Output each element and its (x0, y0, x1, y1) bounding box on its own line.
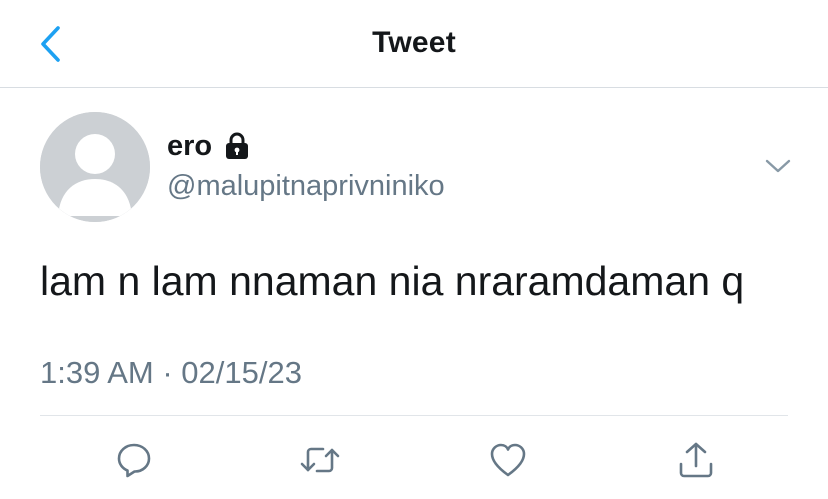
tweet-detail-screen: Tweet ero @malupitnaprivniniko lam n lam… (0, 0, 828, 499)
page-title: Tweet (372, 26, 456, 59)
retweet-icon (300, 447, 340, 473)
user-info: ero @malupitnaprivniniko (167, 126, 445, 203)
heart-icon (490, 443, 526, 477)
divider (40, 415, 788, 416)
default-avatar-icon (40, 112, 150, 222)
chevron-down-icon (765, 159, 791, 173)
tweet-text: lam n lam nnaman nia nraramdaman q (40, 258, 745, 304)
lock-icon (222, 131, 252, 161)
display-name[interactable]: ero (167, 130, 212, 163)
nav-header: Tweet (0, 0, 828, 88)
display-name-row: ero (167, 126, 445, 166)
tweet-actions-bar (0, 430, 828, 490)
share-icon (679, 442, 713, 478)
reply-icon (117, 443, 151, 478)
retweet-button[interactable] (290, 430, 350, 490)
user-handle[interactable]: @malupitnaprivniniko (167, 170, 445, 203)
avatar[interactable] (40, 112, 150, 222)
reply-button[interactable] (104, 430, 164, 490)
share-button[interactable] (666, 430, 726, 490)
tweet-timestamp: 1:39 AM · 02/15/23 (40, 355, 302, 390)
like-button[interactable] (478, 430, 538, 490)
tweet-menu-button[interactable] (758, 150, 798, 182)
